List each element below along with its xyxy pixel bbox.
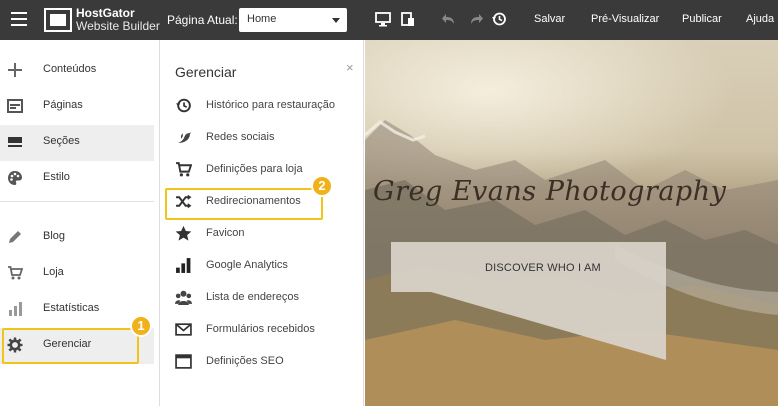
envelope-icon	[175, 323, 192, 336]
sidebar-item-label: Conteúdos	[43, 63, 97, 75]
bird-icon	[178, 132, 191, 143]
website-preview[interactable]: Greg Evans Photography DISCOVER WHO I AM	[365, 40, 778, 406]
manage-item-label: Favicon	[206, 227, 245, 239]
discover-button[interactable]: DISCOVER WHO I AM	[485, 262, 601, 274]
manage-item-address-list[interactable]: Lista de endereços	[170, 283, 360, 313]
callout-badge-2: 2	[311, 175, 333, 197]
plus-icon	[8, 63, 22, 77]
manage-item-label: Redes sociais	[206, 131, 275, 143]
pencil-icon	[9, 231, 21, 243]
sidebar-item-label: Estatísticas	[43, 302, 100, 314]
desktop-view-icon[interactable]	[375, 11, 391, 27]
manage-item-label: Google Analytics	[206, 259, 288, 271]
sidebar-item-contents[interactable]: Conteúdos	[0, 53, 154, 89]
sidebar-divider	[0, 201, 154, 202]
analytics-icon	[176, 258, 191, 273]
current-page-value: Home	[247, 13, 277, 25]
sidebar-item-label: Estilo	[43, 171, 70, 183]
manage-item-favicon[interactable]: Favicon	[170, 219, 360, 249]
manage-item-label: Definições para loja	[206, 163, 303, 175]
preview-button[interactable]: Pré-Visualizar	[591, 13, 659, 25]
manage-item-label: Definições SEO	[206, 355, 284, 367]
manage-item-google-analytics[interactable]: Google Analytics	[170, 251, 360, 281]
sidebar-item-style[interactable]: Estilo	[0, 161, 154, 197]
hamburger-menu-icon[interactable]	[11, 12, 27, 26]
sidebar-item-label: Blog	[43, 230, 66, 242]
discover-banner	[391, 242, 666, 360]
sections-icon	[8, 137, 22, 147]
manage-item-seo-settings[interactable]: Definições SEO	[170, 347, 360, 377]
palette-icon	[8, 171, 22, 185]
manage-panel: Gerenciar × Histórico para restauração R…	[160, 40, 364, 406]
bar-chart-icon	[9, 302, 22, 316]
top-toolbar: HostGator Website Builder Página Atual: …	[0, 0, 778, 40]
manage-item-label: Formulários recebidos	[206, 323, 315, 335]
current-page-label: Página Atual:	[167, 13, 238, 27]
redo-icon[interactable]	[467, 11, 483, 27]
cart-icon	[8, 266, 23, 280]
panel-title: Gerenciar	[175, 64, 237, 80]
sidebar-item-sections[interactable]: Seções	[0, 125, 154, 161]
undo-icon[interactable]	[442, 11, 458, 27]
manage-item-received-forms[interactable]: Formulários recebidos	[170, 315, 360, 345]
help-button[interactable]: Ajuda	[746, 13, 774, 25]
manage-item-label: Lista de endereços	[206, 291, 299, 303]
users-icon	[175, 290, 192, 305]
manage-item-social-networks[interactable]: Redes sociais	[170, 123, 360, 153]
sidebar-item-blog[interactable]: Blog	[0, 220, 154, 256]
sidebar-item-label: Páginas	[43, 99, 83, 111]
logo-brand: HostGator	[76, 6, 135, 20]
current-page-select[interactable]: Home	[239, 8, 347, 32]
sidebar-item-label: Loja	[43, 266, 64, 278]
callout-badge-1: 1	[130, 315, 152, 337]
chevron-down-icon	[332, 18, 340, 23]
callout-highlight-manage	[2, 328, 139, 364]
save-button[interactable]: Salvar	[534, 13, 565, 25]
logo-product: Website Builder	[76, 19, 160, 33]
pages-icon	[7, 99, 23, 113]
history-icon	[176, 98, 191, 113]
logo-icon	[44, 8, 72, 32]
sidebar-item-store[interactable]: Loja	[0, 256, 154, 292]
manage-item-label: Histórico para restauração	[206, 99, 336, 111]
browser-icon	[175, 354, 192, 369]
star-icon	[175, 225, 192, 241]
sidebar-item-pages[interactable]: Páginas	[0, 89, 154, 125]
history-icon[interactable]	[491, 11, 507, 27]
sidebar: Conteúdos Páginas Seções Estilo Blog Loj…	[0, 40, 160, 406]
callout-highlight-redirects	[165, 188, 323, 220]
mobile-view-icon[interactable]	[400, 11, 416, 27]
site-title[interactable]: Greg Evans Photography	[373, 176, 726, 207]
publish-button[interactable]: Publicar	[682, 13, 722, 25]
manage-item-restore-history[interactable]: Histórico para restauração	[170, 91, 360, 121]
close-icon[interactable]: ×	[346, 60, 354, 75]
sidebar-item-label: Seções	[43, 135, 80, 147]
cart-icon	[176, 162, 192, 177]
